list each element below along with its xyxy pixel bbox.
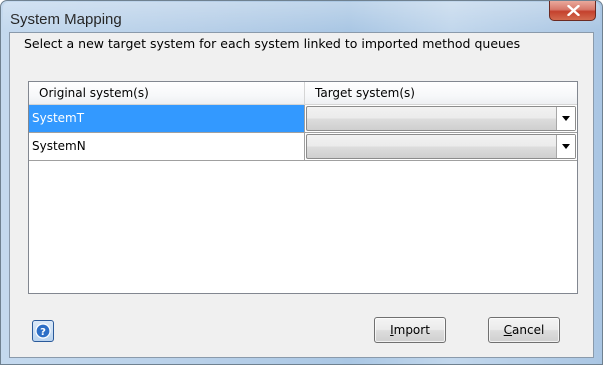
help-button[interactable]: ? — [32, 320, 54, 342]
dropdown-arrow-button[interactable] — [556, 135, 575, 158]
cancel-button[interactable]: Cancel — [488, 317, 560, 343]
instruction-text: Select a new target system for each syst… — [24, 36, 521, 51]
import-button[interactable]: Import — [374, 317, 446, 343]
import-label-rest: mport — [393, 323, 430, 337]
close-button[interactable] — [549, 1, 596, 21]
dropdown-arrow-button[interactable] — [556, 107, 575, 130]
window-title: System Mapping — [10, 11, 122, 28]
table-row[interactable]: SystemT — [29, 105, 577, 133]
help-question-icon: ? — [35, 323, 51, 339]
column-header-target[interactable]: Target system(s) — [305, 82, 577, 104]
column-header-original[interactable]: Original system(s) — [29, 82, 305, 104]
system-mapping-grid: Original system(s) Target system(s) Syst… — [28, 81, 578, 294]
table-row[interactable]: SystemN — [29, 133, 577, 161]
grid-header: Original system(s) Target system(s) — [29, 82, 577, 105]
chevron-down-icon — [562, 144, 570, 149]
chevron-down-icon — [562, 116, 570, 121]
close-x-icon — [567, 5, 580, 16]
original-system-cell[interactable]: SystemT — [29, 105, 305, 132]
svg-text:?: ? — [40, 327, 46, 338]
title-bar[interactable]: System Mapping — [1, 1, 602, 33]
original-system-cell[interactable]: SystemN — [29, 133, 305, 160]
cancel-label-rest: ancel — [512, 323, 545, 337]
target-system-dropdown[interactable] — [306, 134, 576, 159]
target-system-dropdown[interactable] — [306, 106, 576, 131]
cancel-mnemonic: C — [503, 323, 513, 337]
